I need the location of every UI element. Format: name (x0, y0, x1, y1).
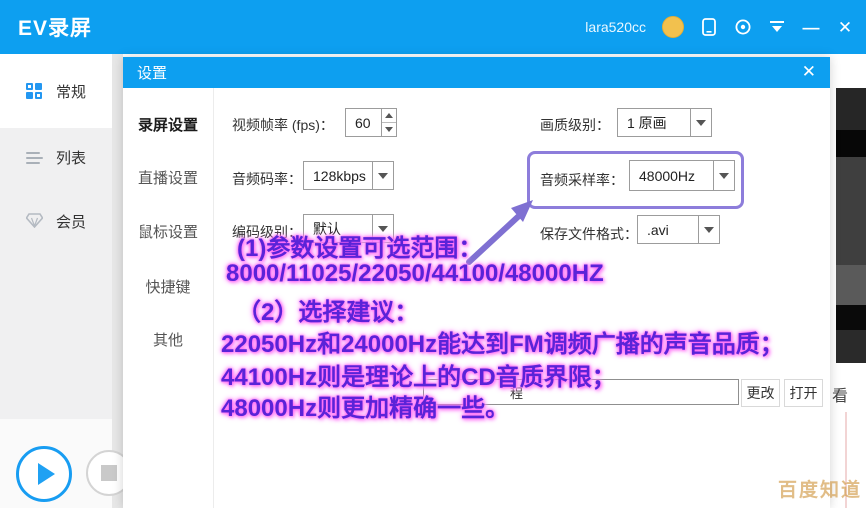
audio-bitrate-label: 音频码率： (232, 169, 302, 189)
tab-hotkeys[interactable]: 快捷键 (123, 276, 213, 297)
tab-other[interactable]: 其他 (123, 329, 213, 350)
chevron-down-icon[interactable] (690, 109, 711, 136)
grid-icon (26, 83, 44, 99)
window-background (112, 54, 123, 508)
username-label[interactable]: lara520cc (585, 19, 646, 35)
titlebar-controls: lara520cc — ✕ (585, 0, 854, 54)
sidebar-item-general[interactable]: 常规 (0, 54, 112, 128)
settings-gear-icon[interactable] (734, 18, 752, 36)
dialog-header: 设置 ✕ (123, 57, 830, 88)
fps-label: 视频帧率 (fps)： (232, 115, 334, 135)
play-button[interactable] (16, 446, 72, 502)
dialog-title: 设置 (137, 62, 167, 83)
save-format-dropdown[interactable]: .avi (637, 215, 720, 244)
titlebar: EV录屏 lara520cc — ✕ (0, 0, 866, 54)
minimize-icon[interactable]: — (802, 18, 820, 36)
stop-icon (101, 465, 117, 481)
save-path-input[interactable]: 程 (423, 379, 739, 405)
collapse-tray-icon[interactable] (768, 18, 786, 36)
watermark: 百度知道 (778, 475, 862, 502)
tab-live-settings[interactable]: 直播设置 (123, 167, 213, 188)
change-path-button[interactable]: 更改 (741, 379, 780, 407)
settings-dialog: 设置 ✕ 录屏设置 直播设置 鼠标设置 快捷键 其他 视频帧率 (fps)： 6… (123, 57, 830, 508)
encode-level-label: 编码级别： (232, 222, 302, 242)
sample-rate-dropdown[interactable]: 48000Hz (629, 160, 735, 191)
open-path-button[interactable]: 打开 (784, 379, 823, 407)
menu-divider (213, 88, 214, 508)
member-icon (26, 213, 44, 229)
app-window: 看 EV录屏 lara520cc — ✕ 常规 列表 (0, 0, 866, 508)
background-text-fragment: 看 (832, 378, 862, 410)
fps-stepper[interactable]: 60 (345, 108, 397, 137)
chevron-down-icon[interactable] (372, 162, 393, 189)
encode-level-dropdown[interactable]: 默认 (303, 214, 394, 243)
tab-record-settings[interactable]: 录屏设置 (123, 114, 213, 135)
phone-icon[interactable] (700, 18, 718, 36)
app-logo: EV录屏 (18, 12, 92, 42)
save-format-label: 保存文件格式： (540, 224, 638, 244)
sample-rate-label: 音频采样率： (540, 170, 624, 190)
sidebar-item-member[interactable]: 会员 (0, 196, 112, 246)
background-preview-strip (836, 88, 866, 363)
play-icon (38, 463, 55, 485)
fps-spin-buttons[interactable] (381, 109, 396, 136)
tab-mouse-settings[interactable]: 鼠标设置 (123, 221, 213, 242)
dialog-close-icon[interactable]: ✕ (802, 62, 816, 82)
chevron-down-icon[interactable] (372, 215, 393, 242)
chevron-down-icon[interactable] (698, 216, 719, 243)
sidebar-item-list[interactable]: 列表 (0, 132, 112, 182)
quality-dropdown[interactable]: 1 原画 (617, 108, 712, 137)
close-icon[interactable]: ✕ (836, 18, 854, 36)
quality-label: 画质级别： (540, 115, 610, 135)
audio-bitrate-dropdown[interactable]: 128kbps (303, 161, 394, 190)
user-avatar[interactable] (662, 16, 684, 38)
chevron-down-icon[interactable] (713, 161, 734, 190)
sidebar: 常规 列表 会员 (0, 54, 112, 508)
list-icon (26, 149, 44, 165)
